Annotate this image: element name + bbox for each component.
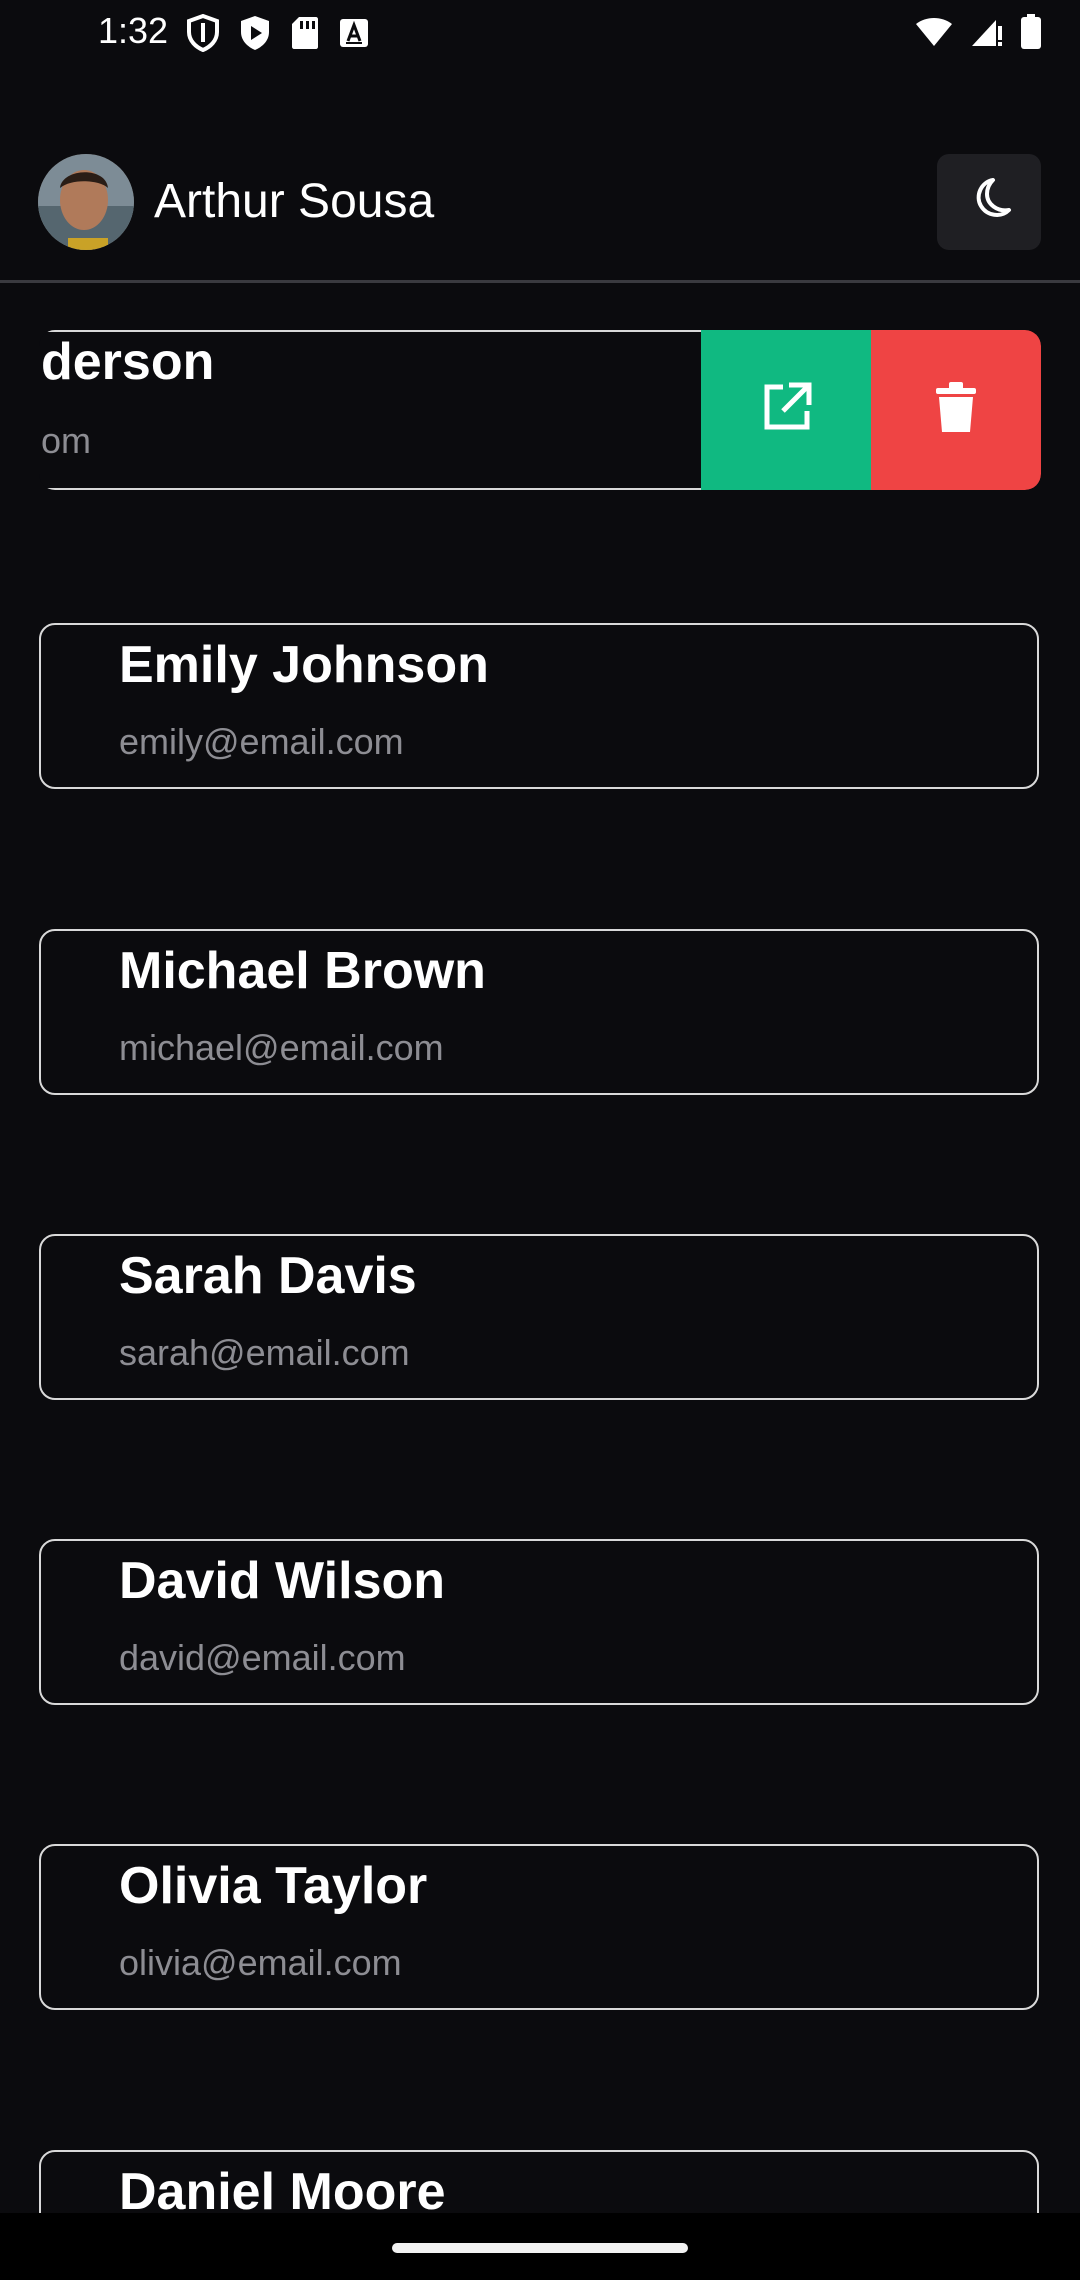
sd-card-icon: [290, 15, 320, 51]
moon-icon: [963, 174, 1015, 231]
external-link-icon: [759, 381, 813, 440]
trash-icon: [934, 381, 978, 439]
status-bar: 1:32: [0, 0, 1080, 70]
contact-name: derson: [41, 333, 215, 391]
contact-email: michael@email.com: [119, 1027, 444, 1068]
status-notification-icons: [186, 14, 370, 52]
battery-icon: [1020, 14, 1042, 50]
contact-email: david@email.com: [119, 1637, 406, 1678]
home-gesture-handle[interactable]: [392, 2243, 688, 2253]
contact-email: olivia@email.com: [119, 1942, 402, 1983]
app-header: Arthur Sousa: [0, 140, 1080, 283]
gesture-nav-bar: [0, 2213, 1080, 2280]
user-name: Arthur Sousa: [154, 175, 435, 228]
contact-email: om: [41, 420, 92, 461]
contact-email: sarah@email.com: [119, 1332, 410, 1373]
list-item[interactable]: Olivia Taylor olivia@email.com: [39, 1844, 1039, 2010]
app-screen: 1:32 Arthur Sousa derson om Emily Johnso…: [0, 0, 1080, 2280]
list-item[interactable]: David Wilson david@email.com: [39, 1539, 1039, 1705]
cell-signal-icon: [970, 16, 1004, 48]
list-item[interactable]: Sarah Davis sarah@email.com: [39, 1234, 1039, 1400]
contact-name: Sarah Davis: [119, 1247, 417, 1305]
contact-name: David Wilson: [119, 1552, 446, 1610]
delete-action-button[interactable]: [871, 330, 1041, 490]
list-item[interactable]: Michael Brown michael@email.com: [39, 929, 1039, 1095]
avatar[interactable]: [38, 154, 134, 250]
list-item[interactable]: Emily Johnson emily@email.com: [39, 623, 1039, 789]
contact-email: emily@email.com: [119, 721, 404, 762]
list-item[interactable]: Daniel Moore: [39, 2150, 1039, 2213]
contact-card[interactable]: derson om: [39, 330, 739, 490]
theme-toggle-button[interactable]: [937, 154, 1041, 250]
status-system-icons: [914, 14, 1042, 50]
contact-name: Michael Brown: [119, 942, 486, 1000]
contact-list[interactable]: derson om Emily Johnson emily@email.com …: [0, 283, 1080, 2213]
wifi-icon: [914, 16, 954, 48]
status-time: 1:32: [98, 10, 169, 51]
shield-icon: [186, 14, 220, 52]
contact-name: Olivia Taylor: [119, 1857, 428, 1915]
list-item-swiped[interactable]: derson om: [39, 330, 1041, 490]
contact-name: Daniel Moore: [119, 2163, 446, 2213]
contact-name: Emily Johnson: [119, 636, 489, 694]
play-protect-icon: [238, 14, 272, 52]
edit-action-button[interactable]: [701, 330, 871, 490]
font-a-icon: [338, 17, 370, 49]
